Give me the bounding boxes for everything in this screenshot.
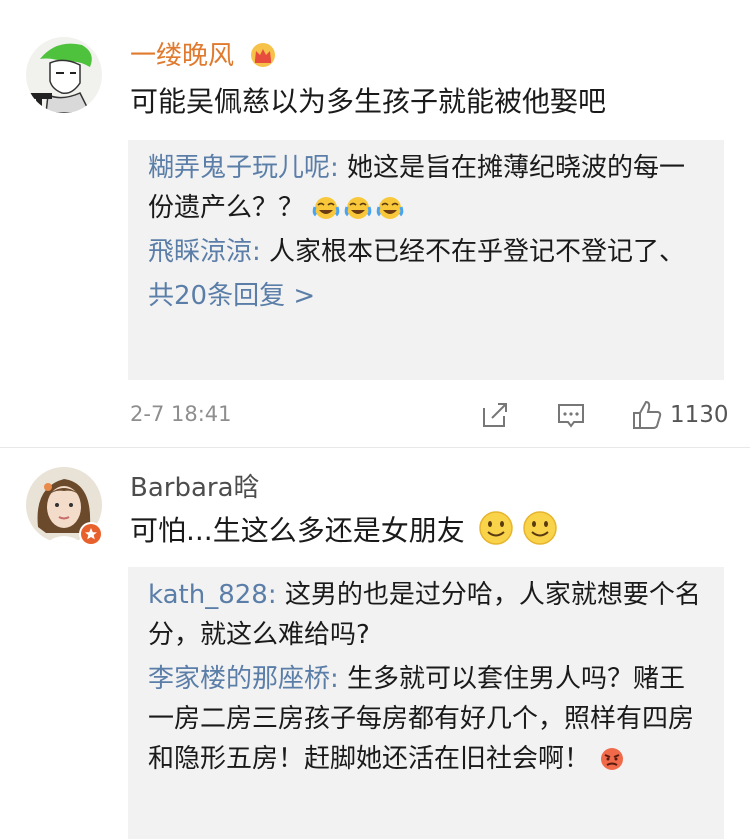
share-icon[interactable] bbox=[478, 398, 512, 436]
reply-item[interactable]: kath_828: 这男的也是过分哈，人家就想要个名分，就这么难给吗? bbox=[148, 575, 704, 655]
reply-username[interactable]: 糊弄鬼子玩儿呢 bbox=[148, 153, 330, 183]
laugh-cry-emoji bbox=[312, 193, 408, 223]
reply-username[interactable]: kath_828 bbox=[148, 580, 268, 610]
like-icon[interactable] bbox=[630, 398, 664, 436]
replies-box[interactable]: 糊弄鬼子玩儿呢: 她这是旨在摊薄纪晓波的每一份遗产么？？ 飛睬涼涼: 人家根本已… bbox=[128, 140, 724, 380]
reply-item[interactable]: 李家楼的那座桥: 生多就可以套住男人吗？赌王一房二房三房孩子每房都有好几个，照样… bbox=[148, 659, 704, 779]
comment-1: 一缕晚风 可能吴佩慈以为多生孩子就能被他娶吧 糊弄鬼子玩儿呢: 她这是旨在摊薄纪… bbox=[0, 0, 750, 440]
replies-box[interactable]: kath_828: 这男的也是过分哈，人家就想要个名分，就这么难给吗? 李家楼的… bbox=[128, 567, 724, 839]
comment-text-body: 可怕...生这么多还是女朋友 bbox=[130, 514, 465, 547]
reply-item[interactable]: 糊弄鬼子玩儿呢: 她这是旨在摊薄纪晓波的每一份遗产么？？ bbox=[148, 148, 704, 228]
comment-meta: 2-7 18:41 1130 bbox=[130, 396, 730, 436]
reply-item[interactable]: 飛睬涼涼: 人家根本已经不在乎登记不登记了、 bbox=[148, 232, 704, 272]
username[interactable]: Barbara晗 bbox=[130, 471, 260, 505]
smile-emoji bbox=[478, 510, 560, 557]
username[interactable]: 一缕晚风 bbox=[130, 39, 278, 77]
comment-2: Barbara晗 可怕...生这么多还是女朋友 kath_828: 这男的也是过… bbox=[0, 455, 750, 839]
comment-icon[interactable] bbox=[554, 398, 588, 436]
like-count: 1130 bbox=[670, 402, 729, 428]
reply-text: 人家根本已经不在乎登记不登记了、 bbox=[269, 237, 686, 267]
verified-badge-icon bbox=[78, 521, 104, 551]
angry-emoji bbox=[598, 744, 626, 774]
crown-icon bbox=[248, 42, 278, 77]
comment-divider bbox=[0, 447, 750, 448]
reply-username[interactable]: 李家楼的那座桥 bbox=[148, 664, 330, 694]
comment-text: 可怕...生这么多还是女朋友 bbox=[130, 510, 560, 557]
timestamp: 2-7 18:41 bbox=[130, 402, 232, 426]
reply-username[interactable]: 飛睬涼涼 bbox=[148, 237, 252, 267]
comment-text: 可能吴佩慈以为多生孩子就能被他娶吧 bbox=[130, 85, 607, 118]
username-text[interactable]: 一缕晚风 bbox=[130, 41, 234, 71]
more-replies-link[interactable]: 共20条回复 > bbox=[148, 276, 704, 316]
avatar[interactable] bbox=[26, 37, 102, 113]
